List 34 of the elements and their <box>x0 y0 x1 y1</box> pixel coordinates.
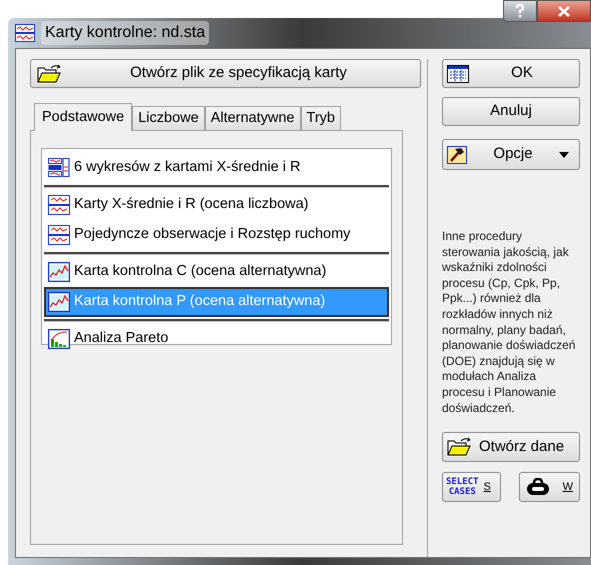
close-icon <box>558 6 570 16</box>
twin-chart-icon <box>48 225 70 245</box>
tab[interactable]: Liczbowe <box>132 106 205 130</box>
folder-icon <box>447 437 473 458</box>
hammer-icon <box>447 146 467 164</box>
line-chart-icon <box>48 292 70 312</box>
list-item[interactable]: Karty X-średnie i R (ocena liczbowa) <box>44 190 389 220</box>
multi-chart-icon <box>48 158 70 178</box>
open-data-button[interactable]: Otwórz dane <box>442 432 580 462</box>
close-button[interactable] <box>537 0 591 22</box>
list-item[interactable]: Analiza Pareto <box>44 324 389 354</box>
list-item[interactable]: 6 wykresów z kartami X-średnie i R <box>44 153 389 183</box>
dropdown-arrow-icon <box>559 152 569 158</box>
select-cases-icon: SELECT CASES <box>446 477 479 498</box>
help-button[interactable] <box>503 0 537 22</box>
info-text: Inne procedury sterowania jakością, jak wskaźniki zdolności procesu (Cp, Cpk, Pp, Ppk...) również dla rozkładów innych niż normalny, plany badań, planowanie doświadczeń (DOE) znajdują się w modułach Analiza procesu i Planowanie doświadczeń. <box>442 229 576 416</box>
twin-chart-icon <box>48 195 70 215</box>
list-item[interactable]: Karta kontrolna C (ocena alternatywna) <box>44 257 389 287</box>
tab[interactable]: Podstawowe <box>34 103 132 131</box>
tab[interactable]: Alternatywne <box>204 106 300 130</box>
cancel-button[interactable]: Anuluj <box>442 97 580 126</box>
table-icon <box>447 64 469 82</box>
ok-button[interactable]: OK <box>442 59 580 88</box>
weight-icon <box>526 478 550 496</box>
folder-icon <box>37 64 63 84</box>
help-icon <box>515 4 525 18</box>
line-chart-icon <box>48 262 70 282</box>
window-title: Karty kontrolne: nd.sta <box>41 21 210 45</box>
open-specification-button[interactable]: Otwórz plik ze specyfikacją karty <box>30 59 421 88</box>
chart-icon <box>15 24 35 42</box>
weight-button[interactable]: W <box>519 472 580 502</box>
tab[interactable]: Tryb <box>300 106 341 130</box>
list-item[interactable]: Pojedyncze obserwacje i Rozstęp ruchomy <box>44 220 389 250</box>
options-button[interactable]: Opcje <box>442 139 580 170</box>
